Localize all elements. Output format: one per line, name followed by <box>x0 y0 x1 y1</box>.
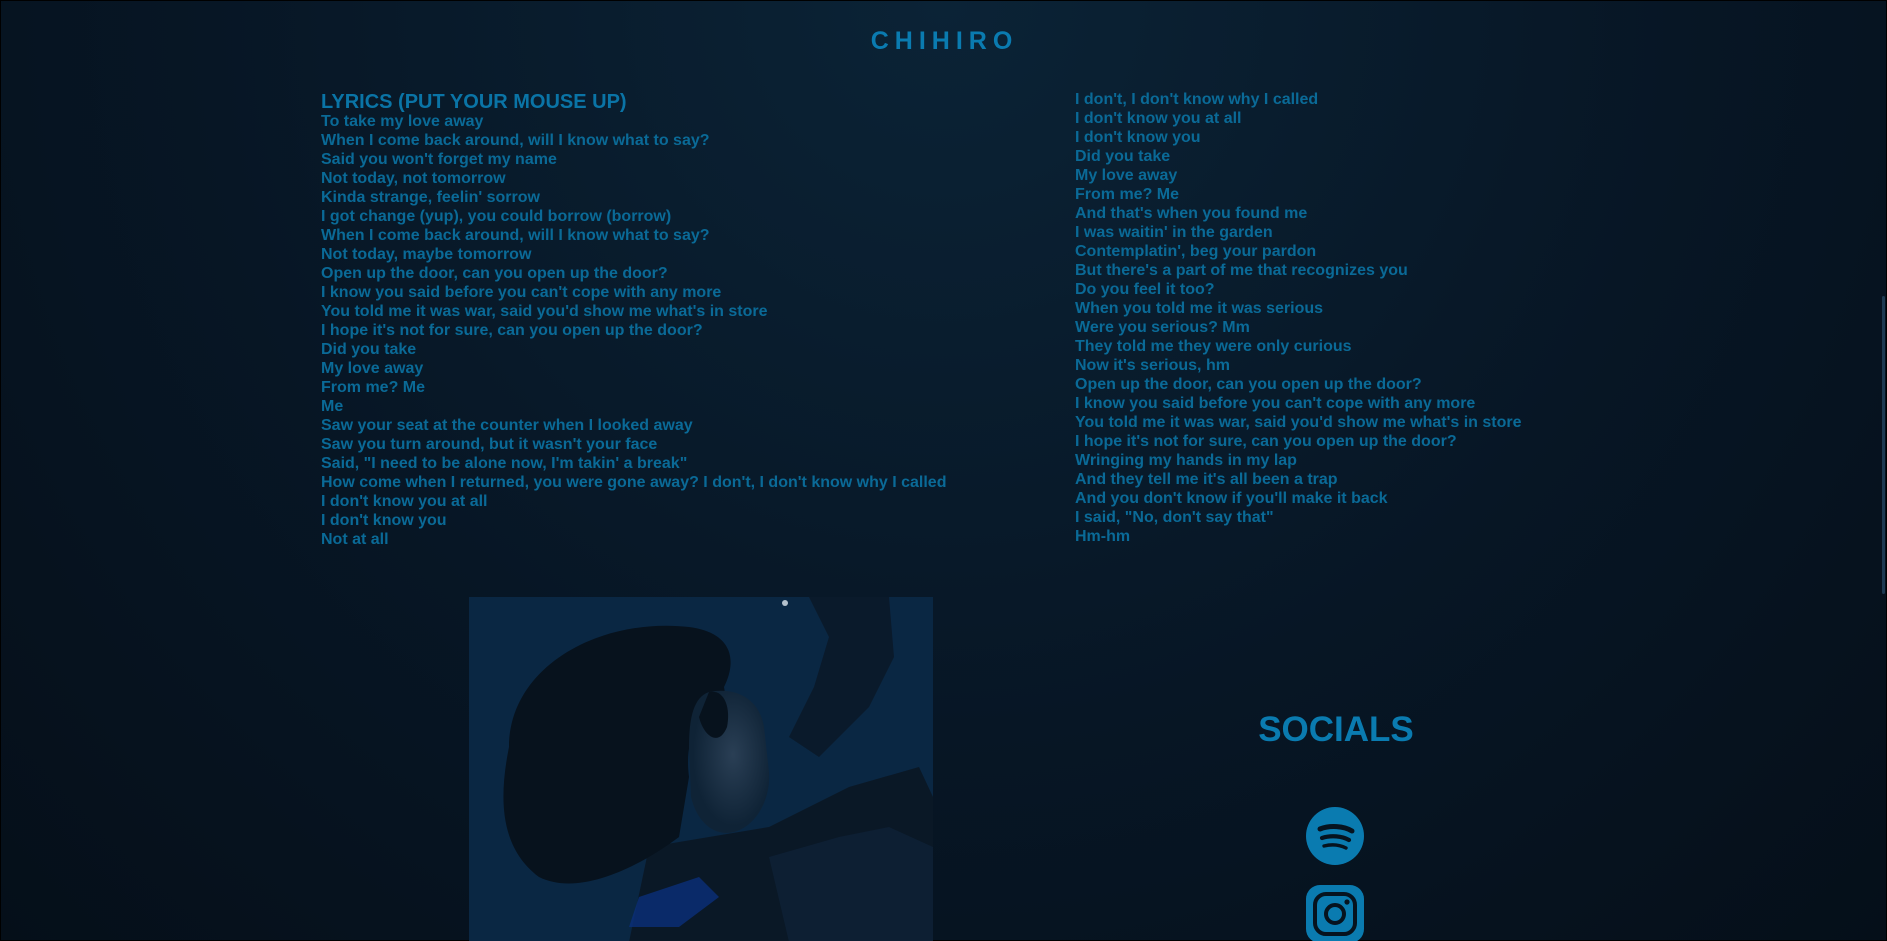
lyric-line: I don't, I don't know why I called <box>1075 91 1319 108</box>
lyric-line: My love away <box>321 360 424 377</box>
page-background: CHIHIRO LYRICS (PUT YOUR MOUSE UP) To ta… <box>0 0 1887 941</box>
lyric-line: Do you feel it too? <box>1075 281 1215 298</box>
lyric-line: Were you serious? Mm <box>1075 319 1250 336</box>
lyric-line: Open up the door, can you open up the do… <box>1075 376 1422 393</box>
lyric-line: But there's a part of me that recognizes… <box>1075 262 1408 279</box>
instagram-icon[interactable] <box>1306 885 1364 941</box>
lyric-line: When I come back around, will I know wha… <box>321 227 710 244</box>
lyric-line: I know you said before you can't cope wi… <box>1075 395 1476 412</box>
lyric-line: I don't know you at all <box>1075 110 1242 127</box>
lyric-line: You told me it was war, said you'd show … <box>321 303 768 320</box>
lyric-line: Not today, not tomorrow <box>321 170 506 187</box>
lyric-line: I know you said before you can't cope wi… <box>321 284 722 301</box>
lyric-line: Wringing my hands in my lap <box>1075 452 1297 469</box>
site-title: CHIHIRO <box>870 27 1019 55</box>
lyric-line: Not today, maybe tomorrow <box>321 246 532 263</box>
lyric-line: From me? Me <box>1075 186 1180 203</box>
lyric-line: They told me they were only curious <box>1075 338 1352 355</box>
lyric-line: Kinda strange, feelin' sorrow <box>321 189 540 206</box>
lyric-line: And they tell me it's all been a trap <box>1075 471 1338 488</box>
lyric-line: To take my love away <box>321 113 484 130</box>
lyric-line: From me? Me <box>321 379 426 396</box>
lyric-line: Said, "I need to be alone now, I'm takin… <box>321 455 688 472</box>
lyric-line: And you don't know if you'll make it bac… <box>1075 490 1388 507</box>
lyric-line: When you told me it was serious <box>1075 300 1324 317</box>
scrollbar-thumb[interactable] <box>1882 296 1885 594</box>
lyric-line: I don't know you <box>321 512 447 529</box>
lyrics-column-left: LYRICS (PUT YOUR MOUSE UP) To take my lo… <box>321 91 1041 549</box>
lyric-line: Did you take <box>1075 148 1171 165</box>
lyric-line: I was waitin' in the garden <box>1075 224 1273 241</box>
lyric-line: I hope it's not for sure, can you open u… <box>1075 433 1457 450</box>
lyric-line: Saw your seat at the counter when I look… <box>321 417 693 434</box>
lyric-line: My love away <box>1075 167 1178 184</box>
album-photo <box>469 597 933 941</box>
lyric-line: Said you won't forget my name <box>321 151 557 168</box>
lyrics-column-right: I don't, I don't know why I called I don… <box>1075 90 1795 546</box>
lyrics-heading: LYRICS (PUT YOUR MOUSE UP) <box>321 91 627 113</box>
lyric-line: I got change (yup), you could borrow (bo… <box>321 208 672 225</box>
lyric-line: And that's when you found me <box>1075 205 1308 222</box>
lyric-line: Contemplatin', beg your pardon <box>1075 243 1317 260</box>
lyric-line: I said, "No, don't say that" <box>1075 509 1274 526</box>
lyric-line: Not at all <box>321 531 389 548</box>
spotify-icon[interactable] <box>1306 807 1364 865</box>
lyric-line: You told me it was war, said you'd show … <box>1075 414 1522 431</box>
lyric-line: Saw you turn around, but it wasn't your … <box>321 436 658 453</box>
lyric-line: Hm-hm <box>1075 528 1131 545</box>
lyric-line: I hope it's not for sure, can you open u… <box>321 322 703 339</box>
lyric-line: When I come back around, will I know wha… <box>321 132 710 149</box>
lyric-line: Now it's serious, hm <box>1075 357 1230 374</box>
socials-heading: SOCIALS <box>1258 710 1414 749</box>
lyric-line: How come when I returned, you were gone … <box>321 474 947 491</box>
lyric-line: Me <box>321 398 344 415</box>
lyric-line: Open up the door, can you open up the do… <box>321 265 668 282</box>
lyric-line: I don't know you at all <box>321 493 488 510</box>
lyric-line: Did you take <box>321 341 417 358</box>
lyric-line: I don't know you <box>1075 129 1201 146</box>
page-scrollbar[interactable] <box>1880 1 1886 941</box>
